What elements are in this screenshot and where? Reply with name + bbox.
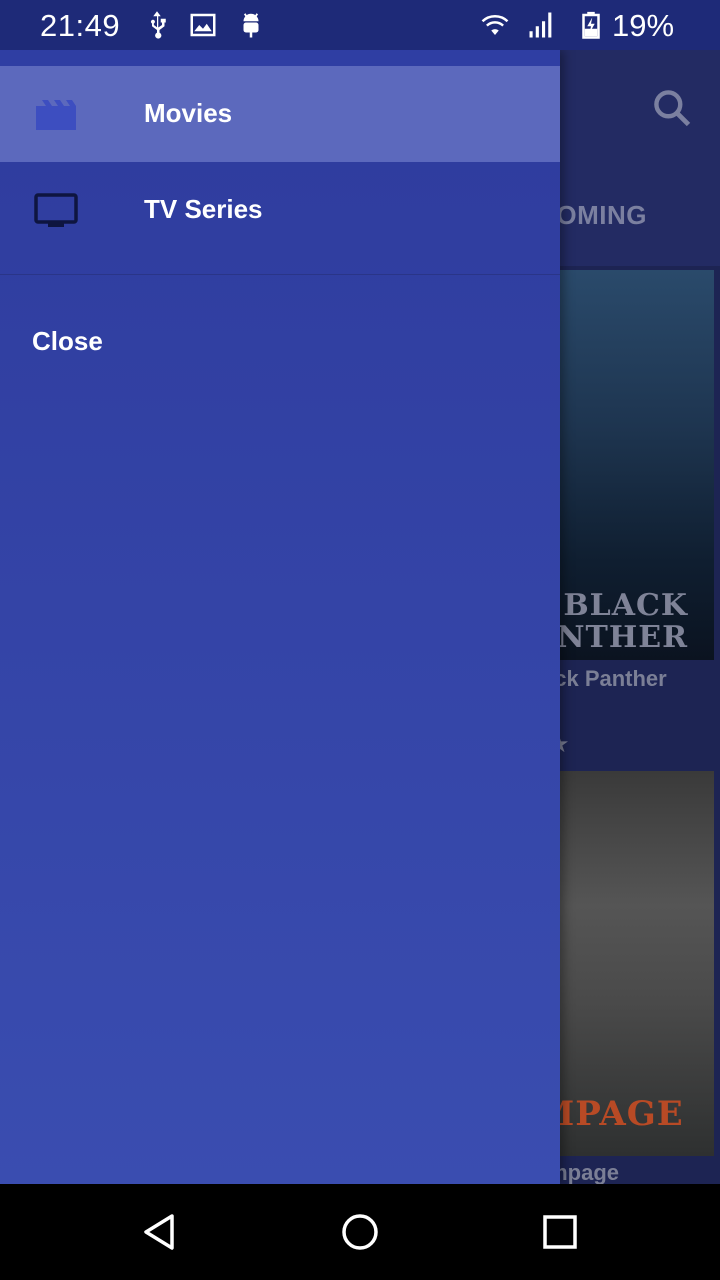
- tv-icon: [34, 193, 78, 227]
- battery-icon: [582, 11, 600, 39]
- android-icon: [243, 13, 259, 38]
- status-bar: 21:49 19%: [0, 0, 720, 50]
- back-icon[interactable]: [140, 1212, 180, 1252]
- recents-icon[interactable]: [540, 1212, 580, 1252]
- drawer-item-label: Movies: [144, 98, 233, 128]
- image-icon: [190, 13, 216, 37]
- signal-icon: [529, 12, 552, 38]
- movie-clapper-icon: [36, 100, 76, 130]
- home-icon[interactable]: [340, 1212, 380, 1252]
- wifi-icon: [481, 15, 509, 35]
- status-time: 21:49: [40, 8, 121, 43]
- drawer-divider: [0, 274, 560, 275]
- search-icon[interactable]: [650, 86, 694, 130]
- drawer-header: [0, 50, 560, 66]
- usb-icon: [150, 11, 166, 39]
- drawer-item-tv-series[interactable]: TV Series: [0, 162, 560, 258]
- drawer-item-label: TV Series: [144, 194, 263, 224]
- system-nav-bar: [0, 1184, 720, 1280]
- battery-percent: 19%: [612, 8, 675, 43]
- drawer-item-movies[interactable]: Movies: [0, 66, 560, 162]
- navigation-drawer: Movies TV Series Close: [0, 50, 560, 1184]
- close-button[interactable]: Close: [32, 326, 103, 357]
